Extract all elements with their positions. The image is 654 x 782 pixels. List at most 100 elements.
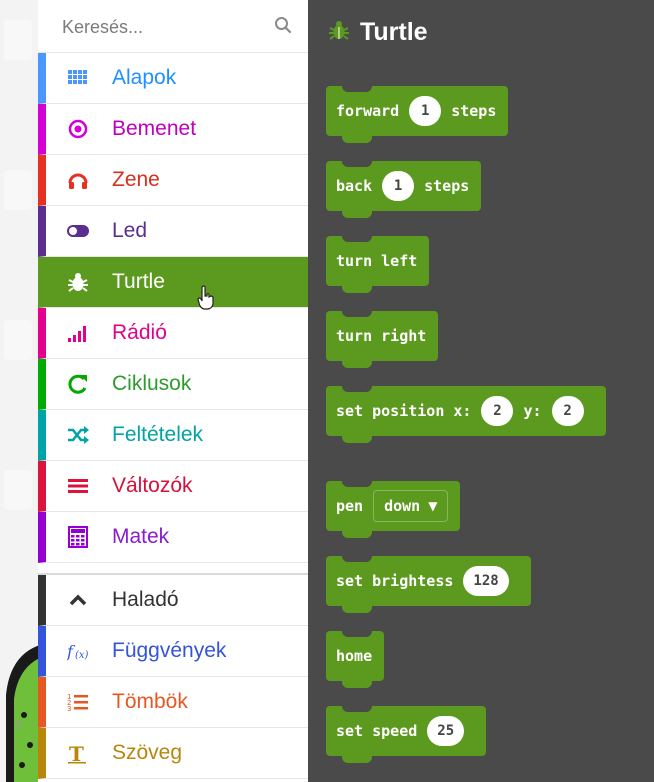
- block-pen[interactable]: pen down ▼: [326, 480, 461, 538]
- number-input[interactable]: 128: [463, 566, 509, 596]
- block-text: steps: [424, 177, 470, 195]
- bug-icon: [66, 270, 90, 294]
- flyout-title: Turtle: [360, 18, 428, 46]
- function-icon: f (x): [66, 639, 90, 663]
- chevron-up-icon: [66, 588, 90, 612]
- category-label: Alapok: [112, 66, 177, 89]
- calculator-icon: [66, 525, 90, 549]
- block-text: y:: [523, 402, 542, 420]
- block-text: set brightess: [336, 572, 454, 590]
- editor-ghost: [4, 320, 32, 360]
- block-tab: [342, 531, 372, 538]
- editor-ghost: [4, 170, 32, 210]
- block-notch: [342, 235, 372, 242]
- category-label: Szöveg: [112, 741, 183, 764]
- collapse-arrow-icon[interactable]: ‹: [14, 712, 23, 737]
- category-label: Led: [112, 219, 148, 242]
- block-forward[interactable]: forward 1 steps: [326, 85, 509, 143]
- search-icon[interactable]: [274, 16, 292, 34]
- block-tab: [342, 136, 372, 143]
- pen-state-dropdown[interactable]: down ▼: [373, 490, 449, 522]
- category-turtle[interactable]: Turtle: [38, 257, 308, 310]
- toolbox-category-list: Alapok Bemenet Zene Led Turtle Rádió Ciklusok F…: [38, 0, 308, 782]
- block-tab: [342, 756, 372, 763]
- category-label: Haladó: [112, 588, 179, 611]
- block-text: set position x:: [336, 402, 472, 420]
- block-notch: [342, 310, 372, 317]
- block-tab: [342, 361, 372, 368]
- category-tömbök[interactable]: 1 2 3 Tömbök: [38, 677, 308, 728]
- block-text: turn right: [336, 327, 427, 345]
- block-notch: [342, 160, 372, 167]
- grid-icon: [66, 66, 90, 90]
- category-label: Matek: [112, 525, 170, 548]
- block-tab: [342, 606, 372, 613]
- number-input[interactable]: 2: [551, 396, 584, 426]
- list-icon: 123: [66, 690, 90, 714]
- block-notch: [342, 385, 372, 392]
- category-label: Feltételek: [112, 423, 204, 446]
- advanced-separator: [38, 563, 308, 575]
- category-függvények[interactable]: f (x) Függvények: [38, 626, 308, 677]
- block-notch: [342, 555, 372, 562]
- category-feltételek[interactable]: Feltételek: [38, 410, 308, 461]
- target-icon: [66, 117, 90, 141]
- block-set-brightess[interactable]: set brightess 128: [326, 555, 531, 613]
- category-led[interactable]: Led: [38, 206, 308, 257]
- block-set-position-x[interactable]: set position x: 2 y: 2: [326, 385, 606, 443]
- category-zene[interactable]: Zene: [38, 155, 308, 206]
- block-text: turn left: [336, 252, 418, 270]
- category-ciklusok[interactable]: Ciklusok: [38, 359, 308, 410]
- search-input[interactable]: [60, 14, 264, 40]
- shuffle-icon: [66, 423, 90, 447]
- lines-icon: [66, 474, 90, 498]
- block-turn-left[interactable]: turn left: [326, 235, 430, 293]
- signal-icon: [66, 321, 90, 345]
- dropdown-value: down: [384, 497, 421, 515]
- text-icon: T: [66, 741, 90, 765]
- number-input[interactable]: 1: [409, 96, 442, 126]
- block-back[interactable]: back 1 steps: [326, 160, 482, 218]
- refresh-icon: [66, 372, 90, 396]
- category-label: Változók: [112, 474, 193, 497]
- block-text: set speed: [336, 722, 418, 740]
- caret-down-icon: ▼: [428, 499, 438, 513]
- category-rádió[interactable]: Rádió: [38, 308, 308, 359]
- block-notch: [342, 630, 372, 637]
- svg-text:3: 3: [67, 705, 71, 713]
- category-bemenet[interactable]: Bemenet: [38, 104, 308, 155]
- flyout-header: Turtle: [328, 18, 428, 47]
- category-label: Zene: [112, 168, 160, 191]
- category-haladó[interactable]: Haladó: [38, 575, 308, 626]
- block-home[interactable]: home: [326, 630, 385, 688]
- editor-ghost: [4, 470, 32, 510]
- category-label: Függvények: [112, 639, 227, 662]
- svg-text:T: T: [69, 742, 84, 764]
- number-input[interactable]: 1: [382, 171, 415, 201]
- number-input[interactable]: 2: [481, 396, 514, 426]
- category-label: Tömbök: [112, 690, 188, 713]
- category-label: Rádió: [112, 321, 167, 344]
- headphones-icon: [66, 168, 90, 192]
- block-set-speed[interactable]: set speed 25: [326, 705, 487, 763]
- block-text: steps: [451, 102, 497, 120]
- category-változók[interactable]: Változók: [38, 461, 308, 512]
- number-input[interactable]: 25: [427, 716, 465, 746]
- category-szöveg[interactable]: T Szöveg: [38, 728, 308, 779]
- category-alapok[interactable]: Alapok: [38, 53, 308, 104]
- block-tab: [342, 211, 372, 218]
- category-label: Ciklusok: [112, 372, 192, 395]
- block-notch: [342, 705, 372, 712]
- block-notch: [342, 85, 372, 92]
- block-tab: [342, 286, 372, 293]
- bug-icon: [328, 19, 350, 46]
- block-text: home: [336, 647, 373, 665]
- toggle-icon: [66, 219, 90, 243]
- editor-ghost: [4, 20, 32, 60]
- category-matek[interactable]: Matek: [38, 512, 308, 563]
- category-label: Turtle: [112, 270, 165, 293]
- block-notch: [342, 480, 372, 487]
- block-text: pen: [336, 497, 364, 515]
- block-turn-right[interactable]: turn right: [326, 310, 439, 368]
- blocks-flyout: Turtle forward 1 steps back 1 steps turn left t…: [308, 0, 654, 782]
